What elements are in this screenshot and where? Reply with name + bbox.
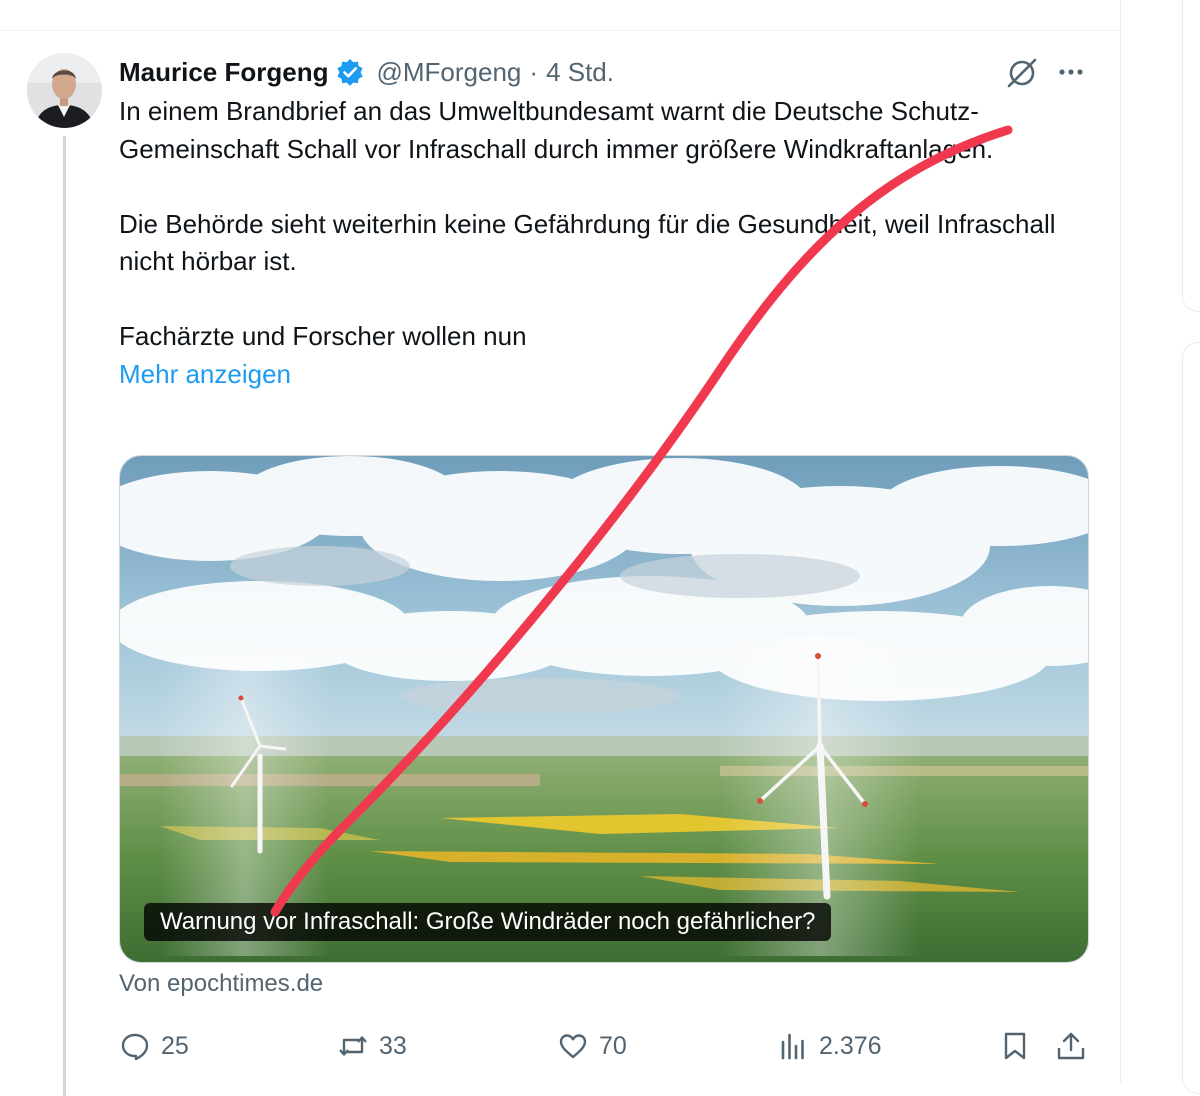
like-icon — [559, 1034, 587, 1059]
share-button[interactable] — [1055, 1024, 1087, 1068]
sidebar-card-top — [1182, 0, 1200, 312]
link-card-title[interactable]: Warnung vor Infraschall: Große Windräder… — [144, 903, 832, 941]
show-more-link[interactable]: Mehr anzeigen — [119, 356, 1109, 394]
sidebar-card-bottom — [1182, 342, 1200, 1094]
like-count: 70 — [599, 1031, 627, 1060]
views-icon — [781, 1033, 804, 1060]
repost-count: 33 — [379, 1031, 407, 1060]
views-count: 2.376 — [819, 1031, 882, 1060]
like-button[interactable]: 70 — [557, 1024, 627, 1068]
avatar[interactable] — [27, 53, 102, 128]
author-name[interactable]: Maurice Forgeng — [119, 57, 328, 88]
header-separator: · — [529, 56, 539, 87]
link-card[interactable]: Warnung vor Infraschall: Große Windräder… — [119, 455, 1089, 963]
grok-icon[interactable] — [1004, 55, 1040, 91]
post-header: Maurice Forgeng @MForgeng · 4 Std. — [119, 54, 614, 90]
repost-button[interactable]: 33 — [337, 1024, 407, 1068]
share-icon — [1057, 1032, 1085, 1060]
thread-line — [63, 136, 66, 1096]
post-text: In einem Brandbrief an das Umweltbundesa… — [119, 93, 1109, 393]
bookmark-button[interactable] — [999, 1024, 1031, 1068]
wind-turbines-image — [120, 456, 1088, 962]
bookmark-icon — [1004, 1032, 1026, 1060]
post-paragraph: Fachärzte und Forscher wollen nun — [119, 321, 527, 351]
post-paragraph: In einem Brandbrief an das Umweltbundesa… — [119, 96, 994, 164]
verified-badge-icon[interactable] — [336, 58, 364, 86]
previous-post-divider — [0, 0, 1120, 31]
author-handle[interactable]: @MForgeng — [376, 57, 521, 88]
repost-icon — [339, 1036, 367, 1056]
views-button[interactable]: 2.376 — [777, 1024, 882, 1068]
post-timestamp[interactable]: 4 Std. — [546, 57, 614, 88]
reply-count: 25 — [161, 1031, 189, 1060]
post-paragraph: Die Behörde sieht weiterhin keine Gefähr… — [119, 208, 1056, 277]
link-card-source[interactable]: Von epochtimes.de — [119, 970, 323, 998]
action-bar: 25 33 70 2.376 — [119, 1024, 1099, 1068]
more-options-icon[interactable] — [1054, 62, 1088, 82]
sidebar-divider — [1120, 0, 1121, 1083]
reply-icon — [121, 1033, 149, 1061]
reply-button[interactable]: 25 — [119, 1024, 189, 1068]
